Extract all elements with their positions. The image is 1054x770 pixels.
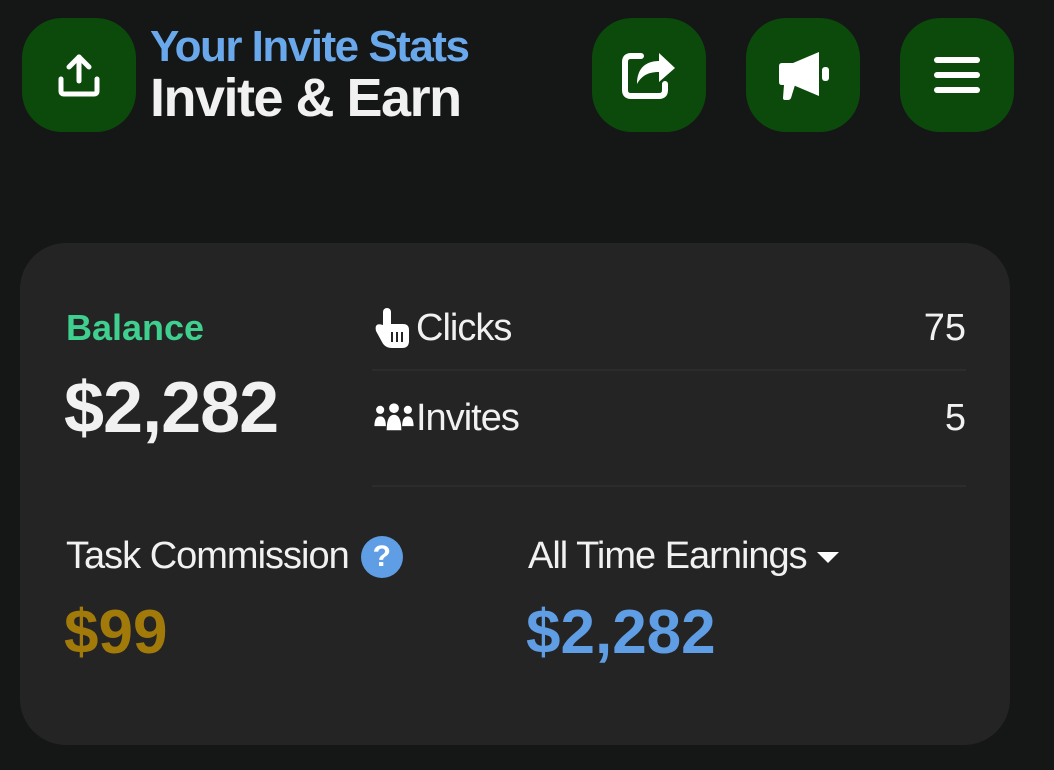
share-icon xyxy=(619,48,679,102)
stat-row-clicks: Clicks 75 xyxy=(372,293,966,363)
page-title: Invite & Earn xyxy=(150,68,462,128)
menu-icon xyxy=(933,55,981,95)
invites-value: 5 xyxy=(944,396,966,439)
upload-button[interactable] xyxy=(22,18,136,132)
invites-label: Invites xyxy=(416,396,520,439)
upload-icon xyxy=(54,50,104,100)
balance-value: $2,282 xyxy=(64,368,279,448)
task-commission-value: $99 xyxy=(64,598,168,667)
question-icon[interactable]: ? xyxy=(360,535,403,578)
caret-down-icon xyxy=(815,549,841,565)
share-button[interactable] xyxy=(592,18,706,132)
all-time-earnings-dropdown[interactable]: All Time Earnings xyxy=(528,535,841,578)
stats-card: Balance $2,282 Clicks 75 Invites 5 Task … xyxy=(20,243,1010,745)
task-commission-label-row: Task Commission ? xyxy=(66,535,403,578)
all-time-earnings-value: $2,282 xyxy=(526,598,716,667)
all-time-earnings-label: All Time Earnings xyxy=(528,535,808,577)
stat-row-invites: Invites 5 xyxy=(372,383,966,453)
menu-button[interactable] xyxy=(900,18,1014,132)
header: Your Invite Stats Invite & Earn xyxy=(150,22,470,128)
pointer-hand-icon xyxy=(372,306,416,350)
megaphone-icon xyxy=(775,49,831,101)
clicks-label: Clicks xyxy=(416,306,512,349)
header-subtitle: Your Invite Stats xyxy=(150,22,470,71)
divider xyxy=(372,369,966,371)
task-commission-label: Task Commission xyxy=(66,535,350,577)
group-icon xyxy=(372,399,416,437)
divider xyxy=(372,485,966,487)
announcements-button[interactable] xyxy=(746,18,860,132)
balance-label: Balance xyxy=(66,307,205,348)
clicks-value: 75 xyxy=(923,306,966,349)
